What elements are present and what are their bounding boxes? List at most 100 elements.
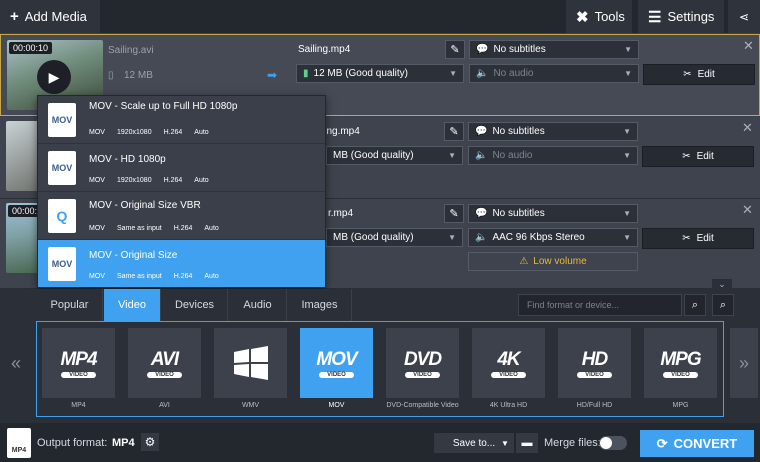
- windows-logo-icon: [233, 346, 268, 380]
- preset-item[interactable]: Q MOV - Original Size VBR MOV Same as inp…: [38, 192, 325, 240]
- preset-item[interactable]: MOV MOV - Scale up to Full HD 1080p MOV 1…: [38, 96, 325, 144]
- preset-dropdown: MOV MOV - Scale up to Full HD 1080p MOV 1…: [37, 95, 326, 288]
- format-label: MOV: [328, 402, 345, 409]
- subtitle-icon: 💬: [475, 126, 488, 137]
- preset-title: MOV - Original Size VBR: [89, 200, 201, 211]
- preset-title: MOV - Original Size: [89, 250, 178, 261]
- caret-down-icon[interactable]: ▼: [496, 433, 514, 453]
- edit-button[interactable]: ✂ Edit: [643, 64, 755, 85]
- input-filename: Sailing.avi: [108, 45, 154, 56]
- file-icon: ▮: [303, 68, 309, 79]
- gear-icon[interactable]: ⚙: [141, 433, 159, 451]
- share-button[interactable]: ⋖: [728, 0, 760, 33]
- mov-file-icon: MOV: [48, 103, 76, 137]
- format-label: MPG: [672, 402, 689, 409]
- preset-title: MOV - Scale up to Full HD 1080p: [89, 101, 238, 112]
- audio-select[interactable]: 🔈 AAC 96 Kbps Stereo ▼: [468, 228, 638, 247]
- detect-device-icon[interactable]: ⌕: [712, 294, 734, 316]
- caret-down-icon: ▼: [623, 233, 631, 242]
- play-icon[interactable]: ▶: [37, 60, 71, 94]
- audio-value: No audio: [492, 150, 533, 161]
- settings-label: Settings: [667, 9, 715, 24]
- format-label: MP4: [71, 402, 86, 409]
- output-filename: r.mp4: [328, 208, 354, 219]
- tab-video[interactable]: Video: [104, 289, 161, 321]
- caret-down-icon: ▼: [449, 69, 457, 78]
- output-size-select[interactable]: MB (Good quality) ▼: [326, 228, 463, 247]
- tab-audio[interactable]: Audio: [229, 289, 287, 321]
- format-mpg[interactable]: MPG VIDEO: [644, 328, 717, 398]
- format-avi[interactable]: AVI VIDEO: [128, 328, 201, 398]
- convert-button[interactable]: ⟳ CONVERT: [640, 430, 754, 457]
- scroll-left-icon[interactable]: «: [2, 328, 30, 398]
- settings-button[interactable]: ☰ Settings: [638, 0, 724, 33]
- caret-down-icon: ▼: [624, 45, 632, 54]
- share-icon: ⋖: [738, 9, 750, 24]
- edit-button[interactable]: ✂ Edit: [642, 146, 754, 167]
- caret-down-icon: ▼: [623, 209, 631, 218]
- tab-devices[interactable]: Devices: [162, 289, 228, 321]
- mov-file-icon: MOV: [48, 247, 76, 281]
- audio-value: AAC 96 Kbps Stereo: [492, 232, 585, 243]
- caret-down-icon: ▼: [448, 151, 456, 160]
- plus-icon: +: [10, 8, 19, 25]
- format-label: WMV: [241, 402, 260, 409]
- mov-file-icon: MOV: [48, 151, 76, 185]
- search-icon[interactable]: ⌕: [684, 294, 706, 316]
- quicktime-icon: Q: [48, 199, 76, 233]
- output-format-label: Output format:: [37, 437, 108, 449]
- rename-button[interactable]: ✎: [445, 40, 465, 59]
- close-icon[interactable]: ✕: [743, 38, 754, 54]
- output-size-select[interactable]: ▮ 12 MB (Good quality) ▼: [296, 64, 464, 83]
- output-size-select[interactable]: MB (Good quality) ▼: [326, 146, 463, 165]
- subtitles-select[interactable]: 💬 No subtitles ▼: [468, 122, 638, 141]
- speaker-icon: 🔈: [475, 232, 488, 243]
- rename-button[interactable]: ✎: [444, 122, 464, 141]
- subtitles-select[interactable]: 💬 No subtitles ▼: [469, 40, 639, 59]
- convert-label: CONVERT: [673, 436, 738, 451]
- format-label: DVD-Compatible Video: [386, 402, 459, 409]
- tab-images[interactable]: Images: [288, 289, 352, 321]
- edit-button[interactable]: ✂ Edit: [642, 228, 754, 249]
- speaker-icon: 🔈: [476, 68, 489, 79]
- format-4k[interactable]: 4K VIDEO: [472, 328, 545, 398]
- merge-files-toggle[interactable]: [599, 436, 627, 450]
- file-icon: ▯: [108, 70, 114, 81]
- preset-meta: MOV 1920x1080 H.264 Auto: [89, 129, 209, 136]
- preset-meta: MOV Same as input H.264 Auto: [89, 273, 219, 280]
- output-format-value: MP4: [112, 437, 135, 449]
- format-mov[interactable]: MOV VIDEO: [300, 328, 373, 398]
- preset-meta: MOV Same as input H.264 Auto: [89, 225, 219, 232]
- merge-files-label: Merge files:: [544, 437, 601, 449]
- warning-icon: ⚠: [519, 256, 529, 267]
- folder-icon[interactable]: ▬: [516, 433, 538, 453]
- scroll-right-icon[interactable]: »: [730, 328, 758, 398]
- close-icon[interactable]: ✕: [742, 202, 753, 218]
- subtitles-select[interactable]: 💬 No subtitles ▼: [468, 204, 638, 223]
- subtitle-icon: 💬: [476, 44, 489, 55]
- caret-down-icon: ▼: [624, 69, 632, 78]
- edit-label: Edit: [696, 233, 714, 244]
- subtitles-value: No subtitles: [492, 126, 545, 137]
- tab-popular[interactable]: Popular: [37, 289, 103, 321]
- format-search-input[interactable]: Find format or device...: [518, 294, 682, 316]
- format-wmv[interactable]: [214, 328, 287, 398]
- tools-button[interactable]: ✖ Tools: [566, 0, 632, 33]
- menu-icon: ☰: [648, 8, 662, 26]
- audio-select[interactable]: 🔈 No audio ▼: [469, 64, 639, 83]
- caret-down-icon: ▼: [448, 233, 456, 242]
- warning-text: Low volume: [533, 256, 587, 267]
- format-mp4[interactable]: MP4 VIDEO: [42, 328, 115, 398]
- preset-item-selected[interactable]: MOV MOV - Original Size MOV Same as input…: [38, 240, 325, 287]
- format-hd[interactable]: HD VIDEO: [558, 328, 631, 398]
- add-media-button[interactable]: + Add Media: [0, 0, 100, 33]
- output-size: MB (Good quality): [333, 232, 414, 243]
- preset-item[interactable]: MOV MOV - HD 1080p MOV 1920x1080 H.264 Auto: [38, 144, 325, 192]
- preset-meta: MOV 1920x1080 H.264 Auto: [89, 177, 209, 184]
- audio-select[interactable]: 🔈 No audio ▼: [468, 146, 638, 165]
- close-icon[interactable]: ✕: [742, 120, 753, 136]
- subtitles-value: No subtitles: [492, 208, 545, 219]
- format-dvd[interactable]: DVD VIDEO: [386, 328, 459, 398]
- edit-label: Edit: [696, 151, 714, 162]
- rename-button[interactable]: ✎: [444, 204, 464, 223]
